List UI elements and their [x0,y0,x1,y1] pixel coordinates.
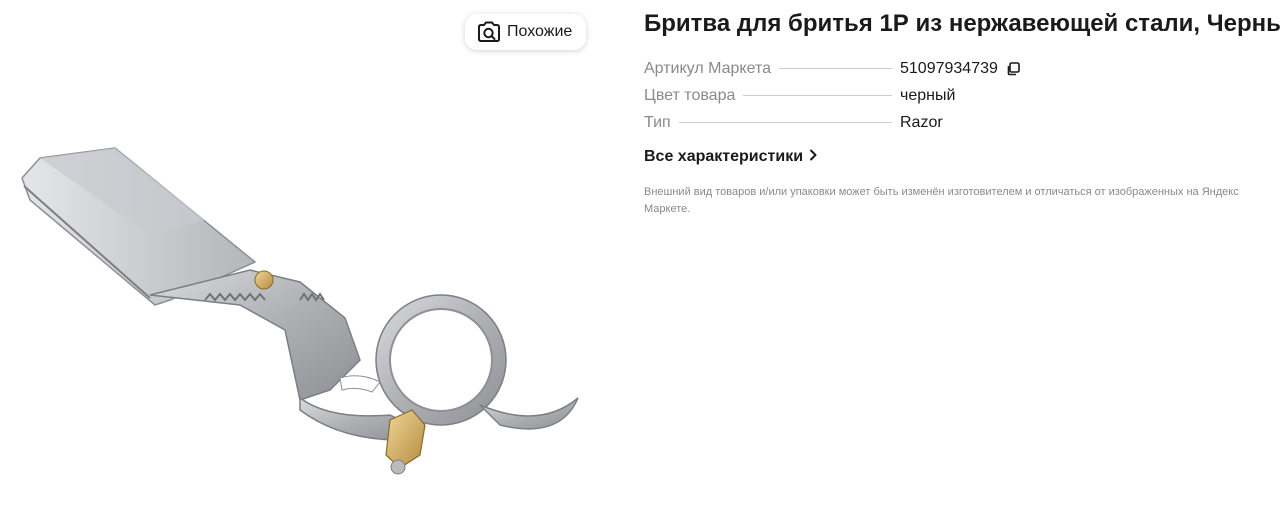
spec-name: Артикул Маркета [644,60,771,77]
spec-value: черный [900,87,956,104]
all-characteristics-link[interactable]: Все характеристики [644,148,817,166]
spec-leader [743,95,892,96]
copy-icon[interactable] [1006,62,1020,76]
spec-value: Razor [900,114,943,131]
product-image[interactable] [0,0,600,510]
product-title: Бритва для бритья 1Р из нержавеющей стал… [644,10,1280,37]
similar-button-label: Похожие [507,23,573,40]
image-disclaimer: Внешний вид товаров и/или упаковки может… [644,186,1239,215]
camera-search-icon [477,21,501,43]
article-number: 51097934739 [900,60,998,77]
specs-list: Артикул Маркета 51097934739 Цвет товара … [644,60,1264,141]
spec-leader [779,68,892,69]
product-gallery: Похожие [0,0,600,510]
all-characteristics-label: Все характеристики [644,148,804,165]
spec-leader [678,122,892,123]
chevron-right-icon [809,148,817,166]
product-info: Бритва для бритья 1Р из нержавеющей стал… [644,0,1280,218]
spec-row-article: Артикул Маркета 51097934739 [644,60,1264,87]
spec-row-color: Цвет товара черный [644,87,1264,114]
spec-row-type: Тип Razor [644,114,1264,141]
spec-value: 51097934739 [900,60,1264,78]
spec-name: Цвет товара [644,87,736,104]
similar-products-button[interactable]: Похожие [465,14,587,50]
spec-name: Тип [644,114,671,131]
